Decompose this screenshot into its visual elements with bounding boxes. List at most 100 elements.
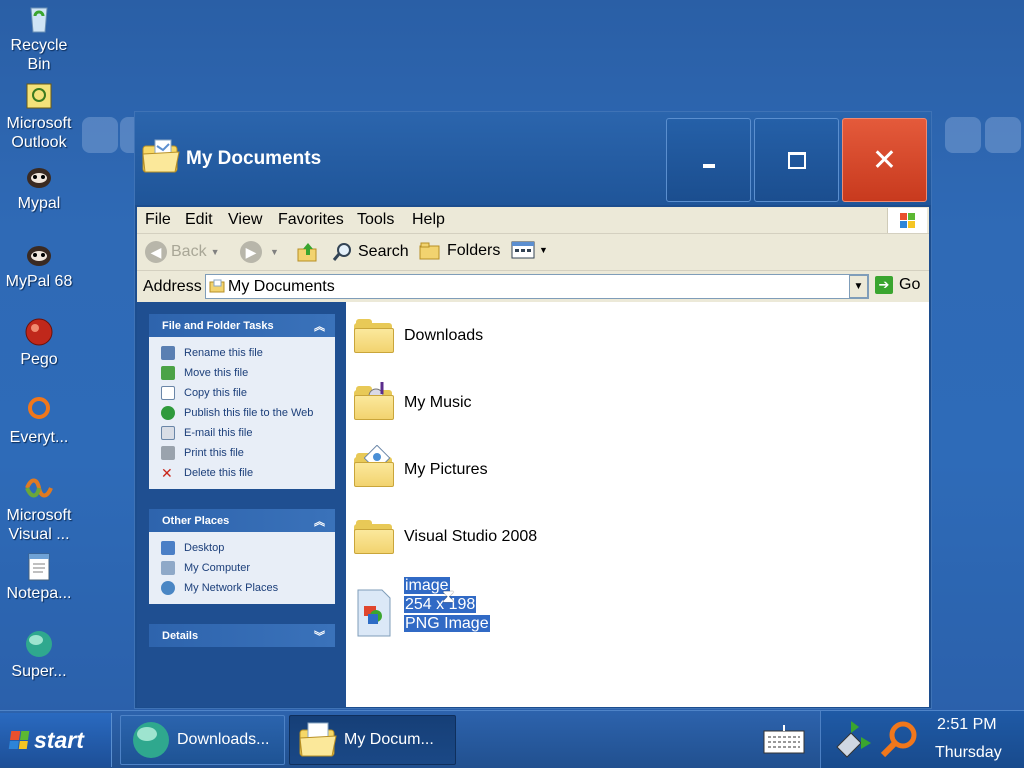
menu-tools[interactable]: Tools xyxy=(357,211,394,229)
folder-item-my-pictures[interactable]: My Pictures xyxy=(354,445,488,487)
super-app-icon xyxy=(26,631,52,657)
details-header[interactable]: Details ︾ xyxy=(149,624,335,647)
go-button[interactable]: ➔ Go xyxy=(875,276,920,294)
desktop-icon-pego[interactable]: Pego xyxy=(0,316,78,369)
move-icon xyxy=(161,366,175,380)
file-item-image-png[interactable]: image 254 x 198 PNG Image ⧗ xyxy=(354,576,490,638)
menu-favorites[interactable]: Favorites xyxy=(278,211,344,229)
task-link-label: Delete this file xyxy=(184,467,254,479)
details-title: Details xyxy=(162,630,199,642)
forward-button[interactable]: ▶ ▼ xyxy=(240,241,279,263)
my-documents-small-icon xyxy=(209,279,225,293)
chevron-down-icon: ▼ xyxy=(210,247,220,257)
mypal-icon xyxy=(27,246,51,266)
item-label: Downloads xyxy=(404,327,484,344)
search-label: Search xyxy=(358,243,409,260)
task-link-label: Copy this file xyxy=(184,387,247,399)
address-dropdown-button[interactable]: ▼ xyxy=(849,275,868,298)
desktop-icon-mypal[interactable]: Mypal xyxy=(0,160,78,213)
recycle-bin-icon xyxy=(30,7,48,33)
menu-file[interactable]: File xyxy=(145,211,171,229)
title-bar[interactable]: My Documents ✕ xyxy=(135,112,931,205)
clock-time[interactable]: 2:51 PM xyxy=(937,716,997,734)
folder-item-visual-studio-2008[interactable]: Visual Studio 2008 xyxy=(354,520,537,554)
close-button[interactable]: ✕ xyxy=(842,118,927,202)
up-folder-button[interactable] xyxy=(297,241,319,263)
pego-icon xyxy=(25,318,53,346)
search-icon xyxy=(332,243,351,261)
chevron-down-icon: ▼ xyxy=(539,245,548,255)
desktop-icon-label: MyPal 68 xyxy=(5,273,73,290)
desktop-link[interactable]: Desktop xyxy=(161,538,335,558)
visual-studio-icon xyxy=(25,478,53,498)
forward-arrow-icon: ▶ xyxy=(240,241,262,263)
desktop-icon-super[interactable]: Super... xyxy=(0,628,78,681)
task-pane: File and Folder Tasks ︽ Rename this file… xyxy=(137,302,346,707)
print-file-link[interactable]: Print this file xyxy=(161,443,335,463)
rename-file-link[interactable]: Rename this file xyxy=(161,343,335,363)
my-network-places-link[interactable]: My Network Places xyxy=(161,578,335,598)
file-folder-tasks-header[interactable]: File and Folder Tasks ︽ xyxy=(149,314,335,337)
email-file-link[interactable]: E-mail this file xyxy=(161,423,335,443)
menu-edit[interactable]: Edit xyxy=(185,211,213,229)
up-folder-icon xyxy=(297,243,317,262)
copy-icon xyxy=(161,386,175,400)
views-icon xyxy=(511,241,535,259)
desktop-icon-label: Microsoft Outlook xyxy=(6,115,72,151)
chevron-down-icon: ▼ xyxy=(270,247,279,257)
move-file-link[interactable]: Move this file xyxy=(161,363,335,383)
folder-icon xyxy=(354,319,394,353)
folders-icon xyxy=(419,242,440,260)
background-tile xyxy=(985,117,1021,153)
keyboard-icon[interactable] xyxy=(762,723,806,757)
search-tray-icon[interactable] xyxy=(877,717,921,761)
desktop-icon-recycle-bin[interactable]: Recycle Bin xyxy=(0,2,78,74)
address-field[interactable]: My Documents xyxy=(205,274,869,299)
menu-help[interactable]: Help xyxy=(412,211,445,229)
item-label: My Pictures xyxy=(404,461,488,478)
folder-item-downloads[interactable]: Downloads xyxy=(354,319,483,353)
desktop-icon-notepad[interactable]: Notepa... xyxy=(0,550,78,603)
start-button[interactable]: start xyxy=(0,713,112,767)
delete-file-link[interactable]: ✕ Delete this file xyxy=(161,463,335,483)
my-documents-folder-icon xyxy=(142,139,180,173)
copy-file-link[interactable]: Copy this file xyxy=(161,383,335,403)
taskbar-button-downloads[interactable]: Downloads... xyxy=(120,715,285,765)
taskbar-button-my-documents[interactable]: My Docum... xyxy=(289,715,456,765)
computer-icon xyxy=(161,561,175,575)
hourglass-cursor-icon: ⧗ xyxy=(442,586,455,606)
desktop-icon-mypal-68[interactable]: MyPal 68 xyxy=(0,238,78,291)
desktop-icon-outlook[interactable]: Microsoft Outlook xyxy=(0,80,78,152)
search-button[interactable]: Search xyxy=(332,241,409,263)
file-folder-tasks-body: Rename this file Move this file Copy thi… xyxy=(149,337,335,489)
desktop-icon-label: Notepa... xyxy=(6,585,72,602)
back-button[interactable]: ◀ Back ▼ xyxy=(145,241,220,263)
desktop-icon-label: Microsoft Visual ... xyxy=(6,507,72,543)
minimize-button[interactable] xyxy=(666,118,751,202)
folder-item-my-music[interactable]: My Music xyxy=(354,382,472,420)
publish-web-link[interactable]: Publish this file to the Web xyxy=(161,403,335,423)
go-label: Go xyxy=(899,276,921,293)
task-link-label: My Network Places xyxy=(184,582,279,594)
menu-view[interactable]: View xyxy=(228,211,262,229)
task-link-label: Print this file xyxy=(184,447,244,459)
my-computer-link[interactable]: My Computer xyxy=(161,558,335,578)
file-type: PNG Image xyxy=(404,615,490,632)
views-button[interactable]: ▼ xyxy=(511,241,548,259)
desktop-icon-visual-studio[interactable]: Microsoft Visual ... xyxy=(0,472,78,544)
other-places-header[interactable]: Other Places ︽ xyxy=(149,509,335,532)
task-link-label: Desktop xyxy=(184,542,225,554)
folders-button[interactable]: Folders xyxy=(419,241,500,261)
taskbar-button-label: My Docum... xyxy=(344,731,434,748)
back-label: Back xyxy=(171,243,207,260)
system-tray: 2:51 PM Thursday xyxy=(820,711,1024,768)
network-tray-icon[interactable] xyxy=(831,717,875,761)
maximize-button[interactable] xyxy=(754,118,839,202)
explorer-window: My Documents ✕ File Edit View Favorites … xyxy=(134,111,932,709)
toolbar: ◀ Back ▼ ▶ ▼ Search Folders ▼ xyxy=(137,234,929,271)
back-arrow-icon: ◀ xyxy=(145,241,167,263)
pictures-folder-icon xyxy=(354,445,394,487)
task-link-label: Publish this file to the Web xyxy=(184,407,314,419)
desktop-icon-label: Everyt... xyxy=(9,429,69,446)
desktop-icon-everything[interactable]: Everyt... xyxy=(0,394,78,447)
